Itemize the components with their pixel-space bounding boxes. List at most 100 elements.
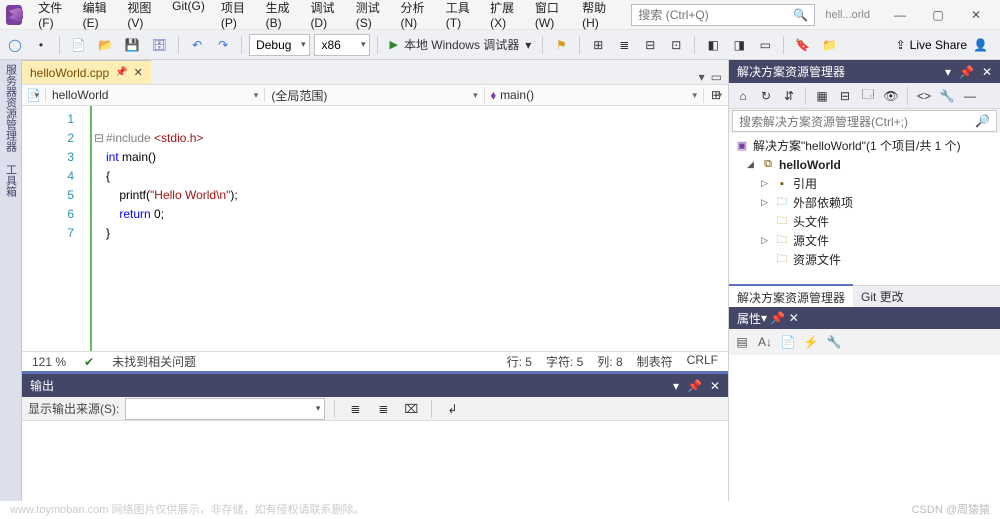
menu-item[interactable]: 生成(B) [258,0,303,34]
save-all-button[interactable]: 🗄 [148,34,171,56]
fold-column[interactable]: ⊟ [92,106,106,351]
tool-icon-4[interactable]: ⊟ [639,34,661,56]
panel-close-icon[interactable]: ✕ [789,311,799,325]
issue-icon[interactable]: ✔ [84,355,94,369]
solution-search[interactable]: 搜索解决方案资源管理器(Ctrl+;) 🔎 [732,110,997,132]
sub-tab-solution[interactable]: 解决方案资源管理器 [729,284,853,309]
minimize-button[interactable]: — [882,1,918,29]
menu-item[interactable]: 文件(F) [30,0,74,34]
properties-header[interactable]: 属性 ▾ 📌 ✕ [729,307,1000,329]
panel-pin-icon[interactable]: 📌 [770,311,785,325]
sub-tab-git[interactable]: Git 更改 [853,285,912,308]
tree-node-resources[interactable]: 🗀资源文件 [731,250,998,269]
tool-icon-2[interactable]: ⊞ [587,34,609,56]
code-editor[interactable]: 1234567 ⊟ #include <stdio.h> int main() … [22,106,728,351]
editor-tab-active[interactable]: helloWorld.cpp 📌 ✕ [22,60,151,84]
new-item-button[interactable]: 📄 [67,34,90,56]
preview-icon[interactable]: 👁 [881,86,901,106]
status-crlf[interactable]: CRLF [687,353,718,370]
redo-button[interactable]: ↷ [212,34,234,56]
more-icon[interactable]: — [960,86,980,106]
output-source-combo[interactable] [125,398,325,420]
tree-root[interactable]: ▣解决方案"helloWorld"(1 个项目/共 1 个) [731,136,998,155]
menu-item[interactable]: 视图(V) [119,0,164,34]
panel-dropdown-icon[interactable]: ▾ [761,311,767,325]
solution-explorer-header[interactable]: 解决方案资源管理器 ▾ 📌 ✕ [729,60,1000,83]
nav-fwd-button[interactable]: • [30,34,52,56]
sync-icon[interactable]: ⇵ [779,86,799,106]
folder-icon[interactable]: 📁 [818,34,841,56]
close-button[interactable]: ✕ [958,1,994,29]
code-area[interactable]: #include <stdio.h> int main() { printf("… [106,106,728,351]
start-debug-button[interactable]: ▶本地 Windows 调试器▾ [385,34,535,56]
output-title-bar[interactable]: 输出 ▾ 📌 ✕ [22,374,728,397]
cat-icon[interactable]: ▤ [733,335,751,349]
panel-close-icon[interactable]: ✕ [982,65,992,79]
status-char[interactable]: 字符: 5 [546,353,583,370]
tree-project[interactable]: ◢⧉helloWorld [731,155,998,174]
panel-close-icon[interactable]: ✕ [710,379,720,393]
panel-dropdown-icon[interactable]: ▾ [945,65,951,79]
tab-dropdown-icon[interactable]: ▾ [699,70,705,84]
admin-icon[interactable]: 👤 [973,38,988,52]
menu-item[interactable]: 帮助(H) [574,0,619,34]
lightning-icon[interactable]: ⚡ [802,335,820,349]
menu-item[interactable]: 窗口(W) [527,0,574,34]
left-tab-toolbox[interactable]: 工具箱 [3,164,19,197]
panel-dropdown-icon[interactable]: ▾ [673,379,679,393]
solution-tree[interactable]: ▣解决方案"helloWorld"(1 个项目/共 1 个) ◢⧉helloWo… [729,133,1000,285]
menu-item[interactable]: 编辑(E) [75,0,120,34]
pin-icon[interactable]: 📌 [115,67,127,78]
search-input[interactable] [638,8,793,22]
home-icon[interactable]: ⌂ [733,86,753,106]
left-tab-server[interactable]: 服务器资源管理器 [3,64,19,152]
tree-node-headers[interactable]: 🗀头文件 [731,212,998,231]
code-view-icon[interactable]: <> [914,86,934,106]
nav-scope[interactable]: helloWorld [46,88,265,102]
nav-back-button[interactable]: ◯ [4,34,26,56]
panel-pin-icon[interactable]: 📌 [959,65,974,79]
bookmark-icon[interactable]: 🔖 [791,34,814,56]
out-tool-1[interactable]: ≣ [344,398,366,420]
tool-icon-8[interactable]: ▭ [754,34,776,56]
nav-function[interactable]: ⬧main() [485,88,704,103]
status-line[interactable]: 行: 5 [507,353,532,370]
show-all-icon[interactable]: ▦ [812,86,832,106]
menu-item[interactable]: 项目(P) [213,0,258,34]
tree-node-sources[interactable]: ▷🗀源文件 [731,231,998,250]
config-combo[interactable]: Debug [249,34,310,56]
pages-icon[interactable]: 📄 [779,335,797,349]
close-icon[interactable]: ✕ [134,66,143,79]
refresh-icon[interactable]: ↻ [756,86,776,106]
output-body[interactable] [22,421,728,501]
tool-icon-5[interactable]: ⊡ [665,34,687,56]
properties-icon[interactable]: 🗔 [858,86,878,106]
tool-icon-3[interactable]: ≣ [613,34,635,56]
out-tool-3[interactable]: ⌧ [400,398,422,420]
wrench-icon-2[interactable]: 🔧 [825,335,843,349]
tab-overflow-icon[interactable]: ▭ [711,70,722,84]
tool-icon-7[interactable]: ◨ [728,34,750,56]
tree-node-external[interactable]: ▷🗀外部依赖项 [731,193,998,212]
zoom-level[interactable]: 121 % [32,355,66,369]
menu-item[interactable]: Git(G) [164,0,213,34]
wrench-icon[interactable]: 🔧 [937,86,957,106]
out-tool-4[interactable]: ↲ [441,398,463,420]
collapse-icon[interactable]: ⊟ [835,86,855,106]
status-tabs[interactable]: 制表符 [637,353,673,370]
undo-button[interactable]: ↶ [186,34,208,56]
live-share-button[interactable]: ⇪Live Share [896,38,967,52]
menu-item[interactable]: 分析(N) [393,0,438,34]
menu-item[interactable]: 调试(D) [302,0,347,34]
status-col[interactable]: 列: 8 [597,353,622,370]
menu-item[interactable]: 工具(T) [438,0,482,34]
nav-region[interactable]: (全局范围) [265,87,484,104]
platform-combo[interactable]: x86 [314,34,370,56]
panel-pin-icon[interactable]: 📌 [687,379,702,393]
save-button[interactable]: 💾 [121,34,144,56]
global-search[interactable]: 🔍 [631,4,815,26]
tool-icon-6[interactable]: ◧ [702,34,724,56]
tree-node-refs[interactable]: ▷▪引用 [731,174,998,193]
maximize-button[interactable]: ▢ [920,1,956,29]
tool-icon-1[interactable]: ⚑ [550,34,572,56]
